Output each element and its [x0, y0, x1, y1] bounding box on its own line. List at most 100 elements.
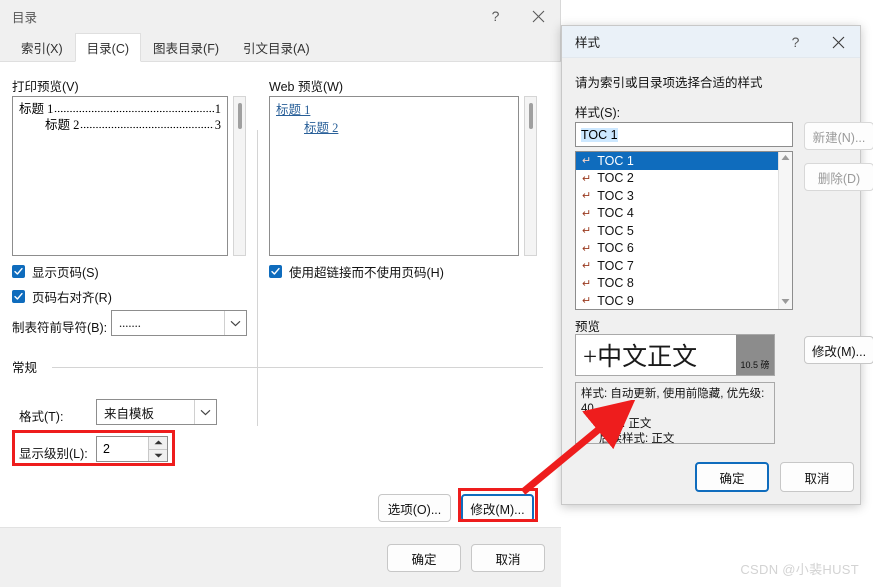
list-item[interactable]: ↵ TOC 1 — [576, 152, 778, 170]
checkbox-label: 显示页码(S) — [32, 266, 99, 280]
web-preview-link[interactable]: 标题 1 — [276, 103, 310, 117]
style-description-line: 基于: 正文 — [599, 418, 652, 430]
show-levels-stepper[interactable]: 2 — [96, 436, 168, 462]
tab-figure-toc[interactable]: 图表目录(F) — [141, 32, 231, 61]
print-preview-line-page: 3 — [214, 118, 221, 132]
list-item-label: TOC 1 — [597, 153, 634, 168]
style-preview-box: +中文正文 10.5 磅 — [575, 334, 775, 376]
style-name-value: TOC 1 — [581, 127, 618, 142]
list-item[interactable]: ↵ TOC 4 — [576, 205, 778, 223]
print-preview-scrollbar[interactable] — [233, 96, 246, 256]
print-preview-line-page: 1 — [214, 102, 221, 116]
format-dropdown[interactable]: 来自模板 — [96, 399, 217, 425]
style-preview-label: 预览 — [575, 320, 601, 334]
list-item[interactable]: ↵ TOC 6 — [576, 240, 778, 258]
watermark: CSDN @小裴HUST — [740, 562, 859, 577]
list-item[interactable]: ↵ TOC 9 — [576, 292, 778, 309]
style-field-label: 样式(S): — [575, 106, 621, 120]
paragraph-return-icon: ↵ — [582, 295, 592, 308]
style-cancel-button[interactable]: 取消 — [780, 462, 854, 492]
tab-leader-label: 制表符前导符(B): — [12, 321, 108, 335]
delete-style-button[interactable]: 删除(D) — [804, 163, 873, 191]
style-dialog-titlebar: 样式 ? — [562, 26, 860, 58]
style-preview-sample: +中文正文 — [583, 344, 698, 371]
web-preview-box: 标题 1 标题 2 — [269, 96, 519, 256]
list-item[interactable]: ↵ TOC 8 — [576, 275, 778, 293]
style-dialog-title: 样式 — [575, 36, 601, 50]
close-icon[interactable] — [817, 26, 860, 58]
print-preview-label: 打印预览(V) — [12, 80, 79, 94]
tab-citation-toc[interactable]: 引文目录(A) — [231, 32, 322, 61]
paragraph-return-icon: ↵ — [582, 277, 592, 290]
style-dialog-prompt: 请为索引或目录项选择合适的样式 — [575, 76, 763, 90]
list-item-label: TOC 2 — [597, 171, 634, 186]
general-group: 常规 — [12, 357, 45, 376]
style-name-input[interactable]: TOC 1 — [575, 122, 793, 147]
group-divider — [52, 367, 543, 368]
cancel-button[interactable]: 取消 — [471, 544, 545, 572]
toc-dialog-titlebar: 目录 ? — [0, 0, 560, 32]
list-item[interactable]: ↵ TOC 2 — [576, 170, 778, 188]
list-item-label: TOC 9 — [597, 293, 634, 308]
stepper-buttons[interactable] — [148, 437, 167, 461]
scroll-up-icon[interactable] — [781, 154, 790, 163]
help-icon[interactable]: ? — [774, 26, 817, 58]
paragraph-return-icon: ↵ — [582, 260, 592, 273]
toc-dialog-footer: 确定 取消 — [0, 527, 561, 587]
web-preview-scrollbar[interactable] — [524, 96, 537, 256]
web-preview-link[interactable]: 标题 2 — [304, 121, 338, 135]
checkbox-right-align-page-numbers[interactable]: 页码右对齐(R) — [12, 287, 112, 306]
web-preview-line: 标题 2 — [276, 119, 512, 137]
print-preview-line: 标题 2 3 — [19, 117, 221, 133]
paragraph-return-icon: ↵ — [582, 190, 592, 203]
paragraph-return-icon: ↵ — [582, 155, 592, 168]
show-levels-label: 显示级别(L): — [19, 447, 88, 461]
print-preview-line: 标题 1 1 — [19, 101, 221, 117]
close-icon[interactable] — [517, 0, 560, 32]
style-list-scrollbar[interactable] — [778, 152, 792, 309]
toc-tabstrip: 索引(X) 目录(C) 图表目录(F) 引文目录(A) — [0, 32, 561, 62]
paragraph-return-icon: ↵ — [582, 225, 592, 238]
modify-button[interactable]: 修改(M)... — [461, 494, 534, 522]
format-value: 来自模板 — [104, 406, 155, 421]
style-list-rows: ↵ TOC 1 ↵ TOC 2 ↵ TOC 3 ↵ TOC 4 ↵ TOC 5 … — [576, 152, 778, 309]
scrollbar-thumb[interactable] — [238, 103, 242, 129]
paragraph-return-icon: ↵ — [582, 172, 592, 185]
checkmark-icon — [269, 265, 282, 278]
web-preview-label: Web 预览(W) — [269, 80, 344, 94]
style-modify-button[interactable]: 修改(M)... — [804, 336, 873, 364]
checkbox-use-hyperlinks[interactable]: 使用超链接而不使用页码(H) — [269, 262, 444, 281]
style-ok-button[interactable]: 确定 — [695, 462, 769, 492]
help-icon[interactable]: ? — [474, 0, 517, 32]
tab-toc[interactable]: 目录(C) — [74, 33, 142, 62]
stepper-down-icon[interactable] — [149, 449, 167, 461]
style-list[interactable]: ↵ TOC 1 ↵ TOC 2 ↵ TOC 3 ↵ TOC 4 ↵ TOC 5 … — [575, 151, 793, 310]
scroll-down-icon[interactable] — [781, 298, 790, 307]
paragraph-return-icon: ↵ — [582, 242, 592, 255]
toc-tab-body: 打印预览(V) 标题 1 1 标题 2 3 Web 预览(W) 标题 1 标题 … — [0, 61, 561, 527]
options-button[interactable]: 选项(O)... — [378, 494, 451, 522]
ok-button[interactable]: 确定 — [387, 544, 461, 572]
new-style-button[interactable]: 新建(N)... — [804, 122, 873, 150]
toc-titlebar-buttons: ? — [474, 0, 560, 32]
checkbox-show-page-numbers[interactable]: 显示页码(S) — [12, 262, 99, 281]
print-preview-line-text: 标题 2 — [45, 118, 80, 132]
dot-leader — [80, 117, 214, 129]
web-preview-line: 标题 1 — [276, 101, 512, 119]
stepper-up-icon[interactable] — [149, 437, 167, 450]
tab-index[interactable]: 索引(X) — [9, 32, 75, 61]
toc-dialog-title: 目录 — [12, 10, 38, 25]
chevron-down-icon[interactable] — [194, 400, 216, 424]
paragraph-return-icon: ↵ — [582, 207, 592, 220]
checkmark-icon — [12, 290, 25, 303]
tab-leader-dropdown[interactable]: ....... — [111, 310, 247, 336]
list-item[interactable]: ↵ TOC 3 — [576, 187, 778, 205]
list-item-label: TOC 3 — [597, 188, 634, 203]
chevron-down-icon[interactable] — [224, 311, 246, 335]
style-dialog-footer: 确定 取消 — [562, 452, 860, 504]
list-item[interactable]: ↵ TOC 5 — [576, 222, 778, 240]
toc-dialog: 目录 ? 索引(X) 目录(C) 图表目录(F) 引文目录(A) 打印预览(V)… — [0, 0, 561, 587]
scrollbar-thumb[interactable] — [529, 103, 533, 129]
list-item[interactable]: ↵ TOC 7 — [576, 257, 778, 275]
checkbox-label: 使用超链接而不使用页码(H) — [289, 266, 444, 280]
